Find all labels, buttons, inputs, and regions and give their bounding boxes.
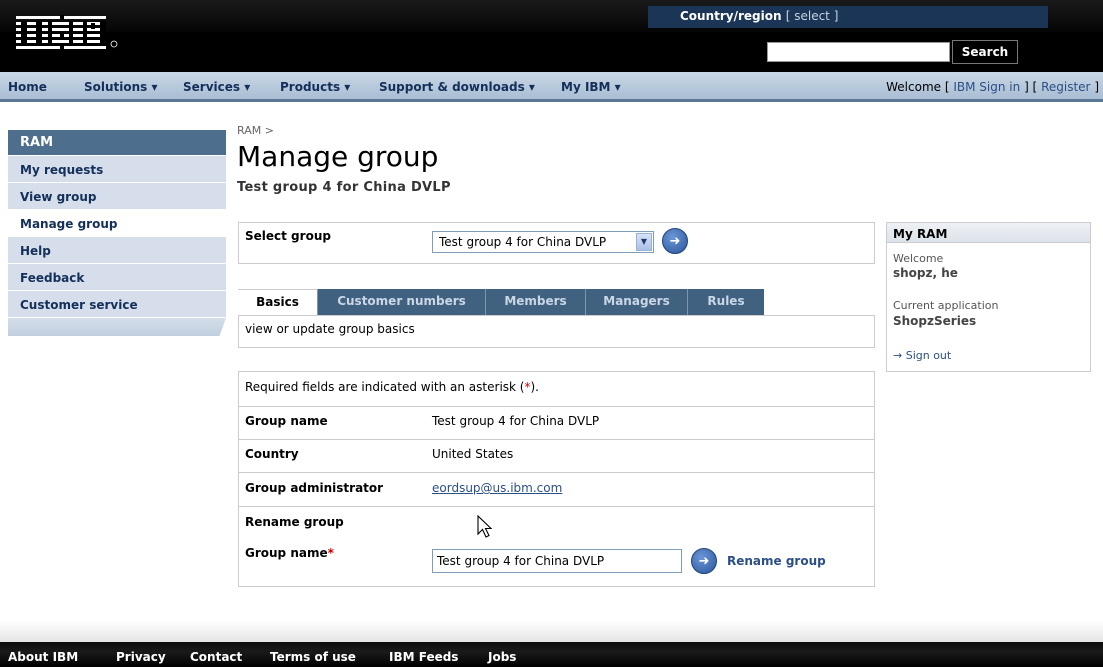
left-sidebar: RAM My requests View group Manage group … bbox=[8, 130, 226, 336]
search-input[interactable] bbox=[767, 42, 950, 62]
sidebar-item-customer-service[interactable]: Customer service bbox=[8, 291, 226, 318]
nav-support-downloads[interactable]: Support & downloads ▾ bbox=[379, 80, 535, 94]
tab-bar: Basics Customer numbers Members Managers… bbox=[238, 289, 764, 315]
select-group-dropdown[interactable]: Test group 4 for China DVLP ▼ bbox=[432, 231, 654, 253]
my-ram-user: shopz, he bbox=[893, 266, 958, 280]
sidebar-footer bbox=[8, 318, 226, 336]
footer-terms-of-use-link[interactable]: Terms of use bbox=[270, 650, 356, 664]
sidebar-item-view-group[interactable]: View group bbox=[8, 183, 226, 210]
tab-rules[interactable]: Rules bbox=[688, 289, 764, 315]
welcome-text: Welcome [ bbox=[886, 80, 950, 94]
sidebar-item-feedback[interactable]: Feedback bbox=[8, 264, 226, 291]
country-label: Country bbox=[245, 447, 299, 461]
required-note-end: ). bbox=[530, 380, 539, 394]
my-ram-welcome-label: Welcome bbox=[893, 252, 944, 265]
my-ram-header: My RAM bbox=[887, 223, 1090, 243]
select-group-value: Test group 4 for China DVLP bbox=[439, 235, 607, 249]
group-name-label: Group name bbox=[245, 414, 328, 428]
row-divider bbox=[238, 506, 875, 507]
my-ram-app-value: ShopzSeries bbox=[893, 314, 977, 328]
mouse-pointer-icon bbox=[477, 515, 493, 538]
group-administrator-email-link[interactable]: eordsup@us.ibm.com bbox=[432, 481, 562, 495]
rename-field-label-text: Group name bbox=[245, 546, 328, 560]
sidebar-header[interactable]: RAM bbox=[8, 130, 226, 156]
arrow-right-icon: ➜ bbox=[669, 234, 681, 249]
ibm-logo[interactable] bbox=[16, 8, 126, 58]
footer-privacy-link[interactable]: Privacy bbox=[116, 650, 166, 664]
ibm-sign-in-link[interactable]: IBM Sign in bbox=[953, 80, 1020, 94]
sidebar-item-my-requests[interactable]: My requests bbox=[8, 156, 226, 183]
page-subtitle: Test group 4 for China DVLP bbox=[237, 180, 451, 195]
sidebar-item-manage-group[interactable]: Manage group bbox=[8, 210, 226, 237]
tab-basics[interactable]: Basics bbox=[238, 289, 318, 315]
masthead: Country/region [ select ] Search bbox=[0, 0, 1103, 72]
group-name-value: Test group 4 for China DVLP bbox=[432, 414, 600, 428]
main-nav: Home Solutions ▾ Services ▾ Products ▾ S… bbox=[0, 72, 1103, 102]
search-button[interactable]: Search bbox=[952, 40, 1018, 64]
welcome-separator: ] [ bbox=[1024, 80, 1038, 94]
country-region-select-link[interactable]: [ select ] bbox=[786, 9, 839, 23]
arrow-right-icon: ➜ bbox=[698, 554, 710, 569]
breadcrumb[interactable]: RAM > bbox=[237, 124, 274, 137]
nav-services[interactable]: Services ▾ bbox=[183, 80, 250, 94]
group-administrator-label: Group administrator bbox=[245, 481, 384, 495]
row-divider bbox=[238, 406, 875, 407]
chevron-down-icon[interactable]: ▼ bbox=[636, 233, 652, 251]
nav-solutions[interactable]: Solutions ▾ bbox=[84, 80, 158, 94]
rename-group-heading: Rename group bbox=[245, 515, 344, 529]
country-region-label: Country/region bbox=[680, 9, 782, 23]
rename-group-name-label: Group name* bbox=[245, 546, 334, 560]
my-ram-app-label: Current application bbox=[893, 299, 999, 312]
row-divider bbox=[238, 472, 875, 473]
sign-out-link[interactable]: → Sign out bbox=[893, 349, 951, 362]
tab-managers[interactable]: Managers bbox=[586, 289, 688, 315]
row-divider bbox=[238, 439, 875, 440]
tab-members[interactable]: Members bbox=[486, 289, 586, 315]
nav-home[interactable]: Home bbox=[8, 80, 47, 94]
welcome-bracket: ] bbox=[1094, 80, 1099, 94]
required-fields-note: Required fields are indicated with an as… bbox=[245, 380, 539, 394]
footer-contact-link[interactable]: Contact bbox=[190, 650, 242, 664]
footer-top-strip bbox=[0, 620, 1103, 642]
select-group-go-button[interactable]: ➜ bbox=[662, 228, 688, 254]
rename-group-go-button[interactable]: ➜ bbox=[691, 548, 717, 574]
rename-group-link[interactable]: Rename group bbox=[727, 554, 826, 568]
my-ram-panel: My RAM Welcome shopz, he Current applica… bbox=[886, 222, 1091, 372]
nav-welcome: Welcome [ IBM Sign in ] [ Register ] bbox=[886, 80, 1099, 94]
nav-products[interactable]: Products ▾ bbox=[280, 80, 350, 94]
nav-my-ibm[interactable]: My IBM ▾ bbox=[561, 80, 621, 94]
sidebar-item-help[interactable]: Help bbox=[8, 237, 226, 264]
page-title: Manage group bbox=[237, 140, 439, 173]
rename-group-name-input[interactable]: Test group 4 for China DVLP bbox=[432, 549, 682, 573]
footer-ibm-feeds-link[interactable]: IBM Feeds bbox=[389, 650, 458, 664]
tab-description: view or update group basics bbox=[245, 322, 415, 336]
required-asterisk: * bbox=[327, 546, 334, 560]
register-link[interactable]: Register bbox=[1041, 80, 1090, 94]
footer-about-ibm-link[interactable]: About IBM bbox=[8, 650, 78, 664]
country-region-bar: Country/region [ select ] bbox=[648, 6, 1048, 28]
required-note-text: Required fields are indicated with an as… bbox=[245, 380, 525, 394]
footer-jobs-link[interactable]: Jobs bbox=[488, 650, 516, 664]
select-group-label: Select group bbox=[245, 229, 331, 243]
country-value: United States bbox=[432, 447, 514, 461]
tab-customer-numbers[interactable]: Customer numbers bbox=[318, 289, 486, 315]
